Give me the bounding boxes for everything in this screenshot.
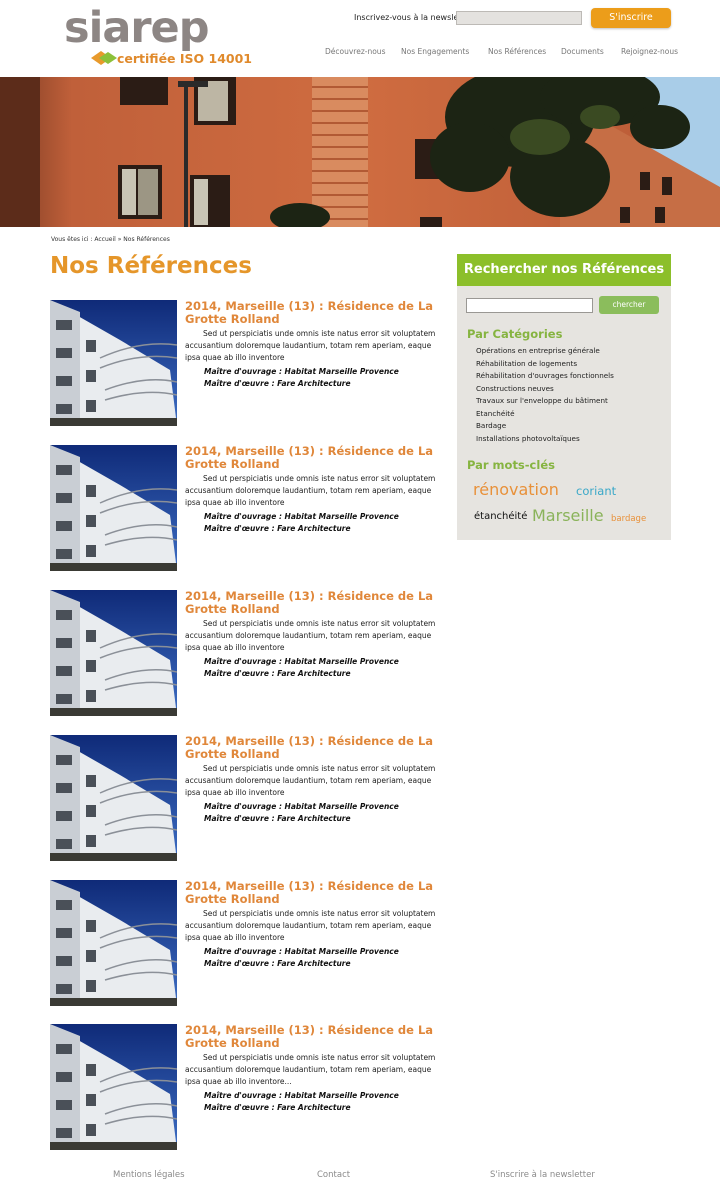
logo-certification: certifiée ISO 14001 (117, 51, 253, 66)
breadcrumb: Vous êtes ici : Accueil » Nos Références (51, 236, 170, 243)
sidebar-title: Rechercher nos Références (457, 254, 671, 286)
tag-link[interactable]: rénovation (473, 482, 559, 498)
category-link[interactable]: Installations photovoltaïques (476, 433, 614, 446)
reference-excerpt: Sed ut perspiciatis unde omnis iste natu… (185, 1053, 436, 1086)
reference-thumbnail[interactable] (50, 445, 177, 571)
page-title: Nos Références (50, 253, 252, 279)
logo-wordmark: siarep (64, 3, 209, 53)
category-link[interactable]: Etanchéité (476, 408, 614, 421)
reference-maitre-oeuvre: Maître d'œuvre : Fare Architecture (204, 669, 351, 678)
reference-title[interactable]: 2014, Marseille (13) : Résidence de La G… (185, 445, 450, 470)
newsletter-email-input[interactable] (456, 11, 582, 25)
reference-excerpt: Sed ut perspiciatis unde omnis iste natu… (185, 764, 436, 797)
reference-maitre-ouvrage: Maître d'ouvrage : Habitat Marseille Pro… (204, 657, 399, 666)
nav-item-decouvrez-nous[interactable]: Découvrez-nous (325, 47, 385, 56)
categories-heading: Par Catégories (467, 327, 563, 341)
reference-title[interactable]: 2014, Marseille (13) : Résidence de La G… (185, 880, 450, 905)
reference-thumbnail[interactable] (50, 590, 177, 716)
reference-maitre-oeuvre: Maître d'œuvre : Fare Architecture (204, 379, 351, 388)
nav-item-rejoignez-nous[interactable]: Rejoignez-nous (621, 47, 678, 56)
reference-maitre-ouvrage: Maître d'ouvrage : Habitat Marseille Pro… (204, 512, 399, 521)
tags-heading: Par mots-clés (467, 458, 555, 472)
reference-item: 2014, Marseille (13) : Résidence de La G… (50, 1024, 450, 1150)
category-link[interactable]: Bardage (476, 420, 614, 433)
reference-maitre-oeuvre: Maître d'œuvre : Fare Architecture (204, 959, 351, 968)
building-facade-photo (0, 77, 720, 227)
siarep-logo[interactable]: siarep certifiée ISO 14001 (64, 4, 252, 68)
reference-excerpt: Sed ut perspiciatis unde omnis iste natu… (185, 619, 436, 652)
footer-link-mentions-legales[interactable]: Mentions légales (113, 1170, 185, 1180)
references-search-input[interactable] (466, 298, 593, 313)
reference-thumbnail[interactable] (50, 300, 177, 426)
reference-maitre-oeuvre: Maître d'œuvre : Fare Architecture (204, 524, 351, 533)
tag-link[interactable]: Marseille (532, 508, 604, 524)
tag-link[interactable]: étanchéité (474, 512, 527, 522)
nav-item-documents[interactable]: Documents (561, 47, 604, 56)
subscribe-button[interactable]: S'inscrire (591, 8, 671, 28)
footer-link-contact[interactable]: Contact (317, 1170, 350, 1180)
reference-item: 2014, Marseille (13) : Résidence de La G… (50, 300, 450, 426)
category-link[interactable]: Travaux sur l'enveloppe du bâtiment (476, 395, 614, 408)
reference-maitre-ouvrage: Maître d'ouvrage : Habitat Marseille Pro… (204, 802, 399, 811)
nav-item-nos-engagements[interactable]: Nos Engagements (401, 47, 469, 56)
hero-banner-image (0, 77, 720, 227)
reference-thumbnail[interactable] (50, 735, 177, 861)
reference-thumbnail[interactable] (50, 880, 177, 1006)
tag-link[interactable]: bardage (611, 515, 646, 524)
reference-maitre-ouvrage: Maître d'ouvrage : Habitat Marseille Pro… (204, 367, 399, 376)
reference-excerpt: Sed ut perspiciatis unde omnis iste natu… (185, 474, 436, 507)
search-button[interactable]: chercher (599, 296, 659, 314)
category-list: Opérations en entreprise générale Réhabi… (476, 345, 614, 445)
reference-maitre-oeuvre: Maître d'œuvre : Fare Architecture (204, 1103, 351, 1112)
reference-thumbnail[interactable] (50, 1024, 177, 1150)
reference-maitre-oeuvre: Maître d'œuvre : Fare Architecture (204, 814, 351, 823)
reference-item: 2014, Marseille (13) : Résidence de La G… (50, 880, 450, 1006)
references-sidebar: Rechercher nos Références chercher Par C… (457, 254, 671, 540)
reference-item: 2014, Marseille (13) : Résidence de La G… (50, 590, 450, 716)
footer-link-newsletter[interactable]: S'inscrire à la newsletter (490, 1170, 595, 1180)
category-link[interactable]: Réhabilitation de logements (476, 358, 614, 371)
reference-title[interactable]: 2014, Marseille (13) : Résidence de La G… (185, 735, 450, 760)
reference-maitre-ouvrage: Maître d'ouvrage : Habitat Marseille Pro… (204, 1091, 399, 1100)
reference-title[interactable]: 2014, Marseille (13) : Résidence de La G… (185, 590, 450, 615)
reference-excerpt: Sed ut perspiciatis unde omnis iste natu… (185, 909, 436, 942)
reference-title[interactable]: 2014, Marseille (13) : Résidence de La G… (185, 300, 450, 325)
nav-item-nos-references[interactable]: Nos Références (488, 47, 546, 56)
category-link[interactable]: Opérations en entreprise générale (476, 345, 614, 358)
category-link[interactable]: Constructions neuves (476, 383, 614, 396)
site-header: siarep certifiée ISO 14001 Inscrivez-vou… (0, 0, 720, 77)
tag-link[interactable]: coriant (576, 485, 616, 498)
reference-item: 2014, Marseille (13) : Résidence de La G… (50, 445, 450, 571)
reference-title[interactable]: 2014, Marseille (13) : Résidence de La G… (185, 1024, 450, 1049)
leaf-icon (91, 51, 117, 65)
reference-maitre-ouvrage: Maître d'ouvrage : Habitat Marseille Pro… (204, 947, 399, 956)
reference-item: 2014, Marseille (13) : Résidence de La G… (50, 735, 450, 861)
reference-excerpt: Sed ut perspiciatis unde omnis iste natu… (185, 329, 436, 362)
category-link[interactable]: Réhabilitation d'ouvrages fonctionnels (476, 370, 614, 383)
